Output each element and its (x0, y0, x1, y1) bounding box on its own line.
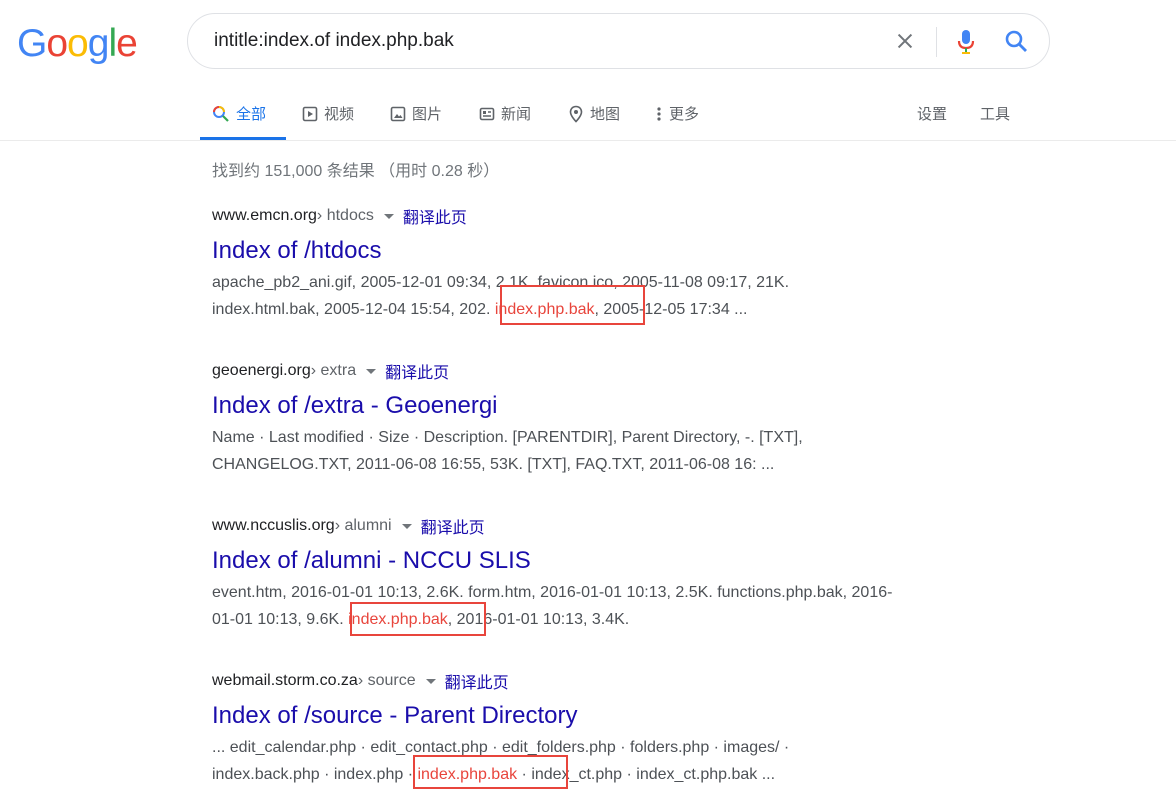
map-pin-icon (569, 105, 583, 123)
result-path: › source (357, 672, 416, 689)
news-icon (479, 107, 495, 120)
logo-letter: o (67, 22, 89, 65)
tabs-divider (0, 140, 1176, 141)
translate-link[interactable]: 翻译此页 (385, 359, 449, 383)
google-logo[interactable]: Google (17, 22, 138, 66)
highlight-annotation-box (350, 602, 486, 636)
logo-letter: l (108, 22, 117, 65)
result-title[interactable]: Index of /htdocs (212, 236, 972, 266)
result-path: › htdocs (316, 207, 374, 224)
settings-link[interactable]: 设置 (917, 103, 947, 124)
search-result: geoenergi.org › extra 翻译此页 Index of /ext… (212, 360, 972, 478)
snippet-line: 01-01 10:13, 9.6K. index.php.bak, 2016-0… (212, 606, 972, 633)
snippet-text: index.html.bak, 2005-12-04 15:54, 202. (212, 301, 495, 318)
tab-label: 地图 (590, 106, 621, 123)
result-url[interactable]: geoenergi.org › extra 翻译此页 (212, 360, 972, 382)
translate-link[interactable]: 翻译此页 (421, 514, 485, 538)
snippet-line: event.htm, 2016-01-01 10:13, 2.6K. form.… (212, 584, 893, 601)
result-domain: www.emcn.org (212, 207, 317, 224)
tab-label: 视频 (324, 106, 355, 123)
tab-label: 更多 (669, 106, 700, 123)
snippet-line: ... edit_calendar.php · edit_contact.php… (212, 739, 790, 756)
result-domain: www.nccuslis.org (212, 517, 335, 534)
search-box[interactable]: intitle:index.of index.php.bak (187, 13, 1050, 69)
result-snippet: Name · Last modified · Size · Descriptio… (212, 424, 972, 478)
search-icon[interactable] (1003, 28, 1031, 56)
dropdown-arrow-icon[interactable] (383, 213, 394, 219)
result-title[interactable]: Index of /extra - Geoenergi (212, 391, 972, 421)
search-divider (936, 27, 937, 57)
result-url[interactable]: www.emcn.org › htdocs 翻译此页 (212, 205, 972, 227)
search-icon (213, 105, 229, 122)
tab-all[interactable]: 全部 (212, 103, 266, 124)
logo-letter: g (87, 22, 110, 65)
video-icon (302, 106, 318, 121)
highlight-annotation-box (413, 755, 568, 789)
result-snippet: event.htm, 2016-01-01 10:13, 2.6K. form.… (212, 579, 972, 633)
result-domain: geoenergi.org (212, 362, 311, 379)
result-title[interactable]: Index of /source - Parent Directory (212, 701, 972, 731)
search-tabs: 全部 视频 图片 新闻 地图 更多 设置 工具 (0, 95, 1176, 141)
result-path: › alumni (334, 517, 392, 534)
result-path: › extra (310, 362, 357, 379)
dropdown-arrow-icon[interactable] (425, 678, 436, 684)
dropdown-arrow-icon[interactable] (401, 523, 412, 529)
tab-video[interactable]: 视频 (302, 103, 354, 124)
result-url[interactable]: webmail.storm.co.za › source 翻译此页 (212, 670, 972, 692)
translate-link[interactable]: 翻译此页 (445, 669, 509, 693)
tab-label: 图片 (412, 106, 443, 123)
result-snippet: ... edit_calendar.php · edit_contact.php… (212, 734, 972, 788)
close-icon[interactable] (894, 30, 916, 52)
dropdown-arrow-icon[interactable] (366, 368, 377, 374)
tab-label: 全部 (236, 106, 267, 123)
result-domain: webmail.storm.co.za (212, 672, 358, 689)
tab-more[interactable]: 更多 (655, 103, 699, 124)
microphone-icon[interactable] (954, 27, 978, 57)
highlight-annotation-box (500, 285, 645, 325)
translate-link[interactable]: 翻译此页 (403, 204, 467, 228)
logo-letter: G (17, 22, 47, 65)
search-result: www.nccuslis.org › alumni 翻译此页 Index of … (212, 515, 972, 633)
tools-label: 工具 (980, 106, 1011, 123)
tab-maps[interactable]: 地图 (568, 103, 620, 124)
search-input[interactable]: intitle:index.of index.php.bak (214, 30, 454, 52)
more-vert-icon (657, 106, 661, 121)
snippet-line: Name · Last modified · Size · Descriptio… (212, 429, 803, 446)
snippet-text: index.back.php · index.php · (212, 766, 418, 783)
logo-letter: e (116, 22, 138, 65)
logo-letter: o (46, 22, 68, 65)
result-title[interactable]: Index of /alumni - NCCU SLIS (212, 546, 972, 576)
search-result: webmail.storm.co.za › source 翻译此页 Index … (212, 670, 972, 788)
tab-label: 新闻 (501, 106, 532, 123)
tools-link[interactable]: 工具 (980, 103, 1010, 124)
tab-images[interactable]: 图片 (390, 103, 442, 124)
snippet-text: 01-01 10:13, 9.6K. (212, 611, 349, 628)
snippet-line: CHANGELOG.TXT, 2011-06-08 16:55, 53K. [T… (212, 456, 775, 473)
settings-label: 设置 (917, 106, 948, 123)
result-url[interactable]: www.nccuslis.org › alumni 翻译此页 (212, 515, 972, 537)
snippet-line: index.back.php · index.php · index.php.b… (212, 761, 972, 788)
result-stats: 找到约 151,000 条结果 （用时 0.28 秒） (212, 163, 500, 180)
tab-news[interactable]: 新闻 (479, 103, 531, 124)
image-icon (390, 106, 406, 121)
